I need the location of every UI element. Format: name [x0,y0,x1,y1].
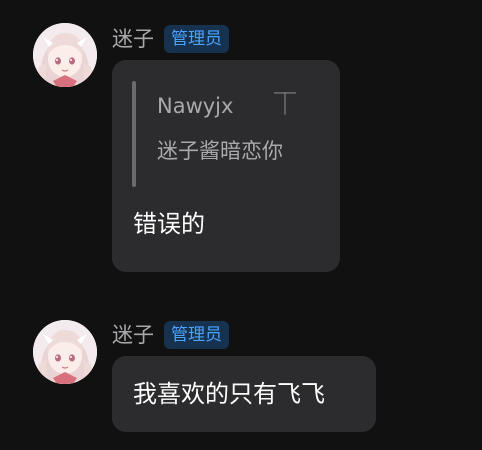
quote-author[interactable]: Nawyjx [157,93,233,119]
admin-badge: 管理员 [164,25,229,53]
message-text: 我喜欢的只有飞飞 [133,380,325,408]
message-bubble[interactable]: 我喜欢的只有飞飞 [112,356,376,432]
sender-name[interactable]: 迷子 [112,24,154,54]
quote-bar [132,81,136,187]
anime-girl-avatar-icon [33,320,97,384]
message-bubble[interactable]: Nawyjx ⏉ 迷子酱暗恋你 错误的 [112,60,340,272]
admin-badge: 管理员 [164,321,229,349]
chat-view: 迷子 管理员 Nawyjx ⏉ 迷子酱暗恋你 错误的 迷子 管理员 我喜欢的只有… [0,0,482,450]
sender-row: 迷子 管理员 [112,320,229,350]
avatar[interactable] [33,23,97,87]
sender-name[interactable]: 迷子 [112,320,154,350]
anime-girl-avatar-icon [33,23,97,87]
quote-jump-icon[interactable]: ⏉ [274,93,296,119]
quote-text[interactable]: 迷子酱暗恋你 [157,137,283,165]
sender-row: 迷子 管理员 [112,24,229,54]
message-text: 错误的 [133,210,205,238]
avatar[interactable] [33,320,97,384]
